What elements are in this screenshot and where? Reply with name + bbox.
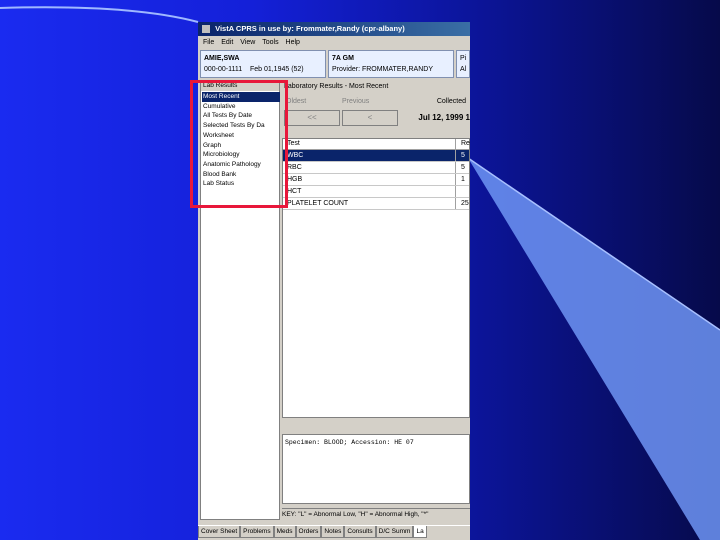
- navigation-row: Oldest Previous << < Collected Jul 12, 1…: [282, 96, 470, 132]
- patient-bar: AMIE,SWA 000-00-1111 Feb 01,1945 (52) 7A…: [200, 50, 470, 78]
- title-bar[interactable]: VistA CPRS in use by: Frommater,Randy (c…: [198, 22, 470, 36]
- window-title: VistA CPRS in use by: Frommater,Randy (c…: [215, 24, 405, 33]
- oldest-button[interactable]: <<: [284, 110, 340, 126]
- menu-edit[interactable]: Edit: [221, 39, 233, 46]
- lab-item-most-recent[interactable]: Most Recent: [202, 92, 280, 102]
- menu-help[interactable]: Help: [286, 39, 300, 46]
- lab-item-cumulative[interactable]: Cumulative: [202, 102, 280, 112]
- tab-orders[interactable]: Orders: [295, 526, 322, 538]
- specimen-details: Specimen: BLOOD; Accession: HE 07: [282, 434, 470, 504]
- tab-dc-summ[interactable]: D/C Summ: [375, 526, 414, 538]
- column-test[interactable]: Test: [287, 139, 300, 149]
- table-row[interactable]: PLATELET COUNT 25: [283, 198, 469, 210]
- previous-label: Previous: [342, 98, 370, 105]
- menu-file[interactable]: File: [203, 39, 214, 46]
- row-result: 1: [461, 176, 465, 183]
- lab-results-list: Most Recent Cumulative All Tests By Date…: [202, 92, 280, 189]
- table-row[interactable]: HGB 1: [283, 174, 469, 186]
- row-result: 5: [461, 164, 465, 171]
- row-test: RBC: [287, 164, 302, 171]
- chart-tabs: Cover Sheet Problems Meds Orders Notes Consul…: [198, 525, 470, 540]
- row-test: HCT: [287, 188, 302, 195]
- collected-label: Collected: [436, 98, 466, 105]
- tab-labs[interactable]: La: [413, 526, 427, 538]
- abnormal-key: KEY: "L" = Abnormal Low, "H" = Abnormal …: [282, 508, 470, 521]
- row-result: 5: [461, 152, 465, 159]
- lab-item-blood-bank[interactable]: Blood Bank: [202, 170, 280, 180]
- patient-location: 7A GM: [332, 55, 354, 62]
- table-header: Test Resu: [283, 139, 470, 150]
- lab-item-graph[interactable]: Graph: [202, 141, 280, 151]
- collected-date: Jul 12, 1999 1: [418, 113, 470, 122]
- patient-ssn: 000-00-1111: [204, 66, 243, 73]
- lab-results-header: Lab Results: [201, 81, 279, 91]
- lab-item-lab-status[interactable]: Lab Status: [202, 179, 280, 189]
- app-icon: [202, 25, 210, 34]
- primary-care-label: Pi: [460, 55, 466, 62]
- menu-tools[interactable]: Tools: [262, 39, 278, 46]
- lab-item-microbiology[interactable]: Microbiology: [202, 150, 280, 160]
- row-test: PLATELET COUNT: [287, 200, 349, 207]
- oldest-label: Oldest: [286, 98, 307, 105]
- lab-item-anatomic-pathology[interactable]: Anatomic Pathology: [202, 160, 280, 170]
- previous-button[interactable]: <: [342, 110, 398, 126]
- patient-dob: Feb 01,1945 (52): [249, 66, 304, 73]
- results-table: Test Resu WBC 5 RBC 5 HGB 1 HCT: [282, 138, 470, 418]
- cprs-window: VistA CPRS in use by: Frommater,Randy (c…: [198, 22, 470, 540]
- row-test: WBC: [287, 152, 304, 159]
- column-result[interactable]: Resu: [461, 139, 470, 149]
- lab-results-pane: Lab Results Most Recent Cumulative All T…: [200, 80, 280, 520]
- patient-provider: Provider: FROMMATER,RANDY: [332, 66, 433, 73]
- row-result: 25: [461, 200, 469, 207]
- results-header: Laboratory Results - Most Recent: [284, 83, 389, 90]
- menu-view[interactable]: View: [240, 39, 255, 46]
- lab-item-worksheet[interactable]: Worksheet: [202, 131, 280, 141]
- results-pane: Laboratory Results - Most Recent Oldest …: [282, 80, 470, 521]
- tab-meds[interactable]: Meds: [273, 526, 296, 538]
- row-test: HGB: [287, 176, 303, 183]
- lab-item-selected-tests[interactable]: Selected Tests By Da: [202, 121, 280, 131]
- menu-bar: File Edit View Tools Help: [198, 37, 470, 49]
- primary-care-button[interactable]: Pi Al: [456, 50, 470, 78]
- table-row[interactable]: HCT: [283, 186, 469, 198]
- tab-notes[interactable]: Notes: [321, 526, 345, 538]
- table-row[interactable]: RBC 5: [283, 162, 469, 174]
- attending-label: Al: [460, 66, 466, 73]
- tab-cover-sheet[interactable]: Cover Sheet: [198, 526, 241, 538]
- lab-item-all-tests-by-date[interactable]: All Tests By Date: [202, 111, 280, 121]
- visit-info-button[interactable]: 7A GM Provider: FROMMATER,RANDY: [328, 50, 454, 78]
- tab-problems[interactable]: Problems: [240, 526, 274, 538]
- patient-name: AMIE,SWA: [204, 55, 240, 62]
- patient-info-button[interactable]: AMIE,SWA 000-00-1111 Feb 01,1945 (52): [200, 50, 326, 78]
- tab-consults[interactable]: Consults: [344, 526, 376, 538]
- table-row[interactable]: WBC 5: [283, 150, 469, 162]
